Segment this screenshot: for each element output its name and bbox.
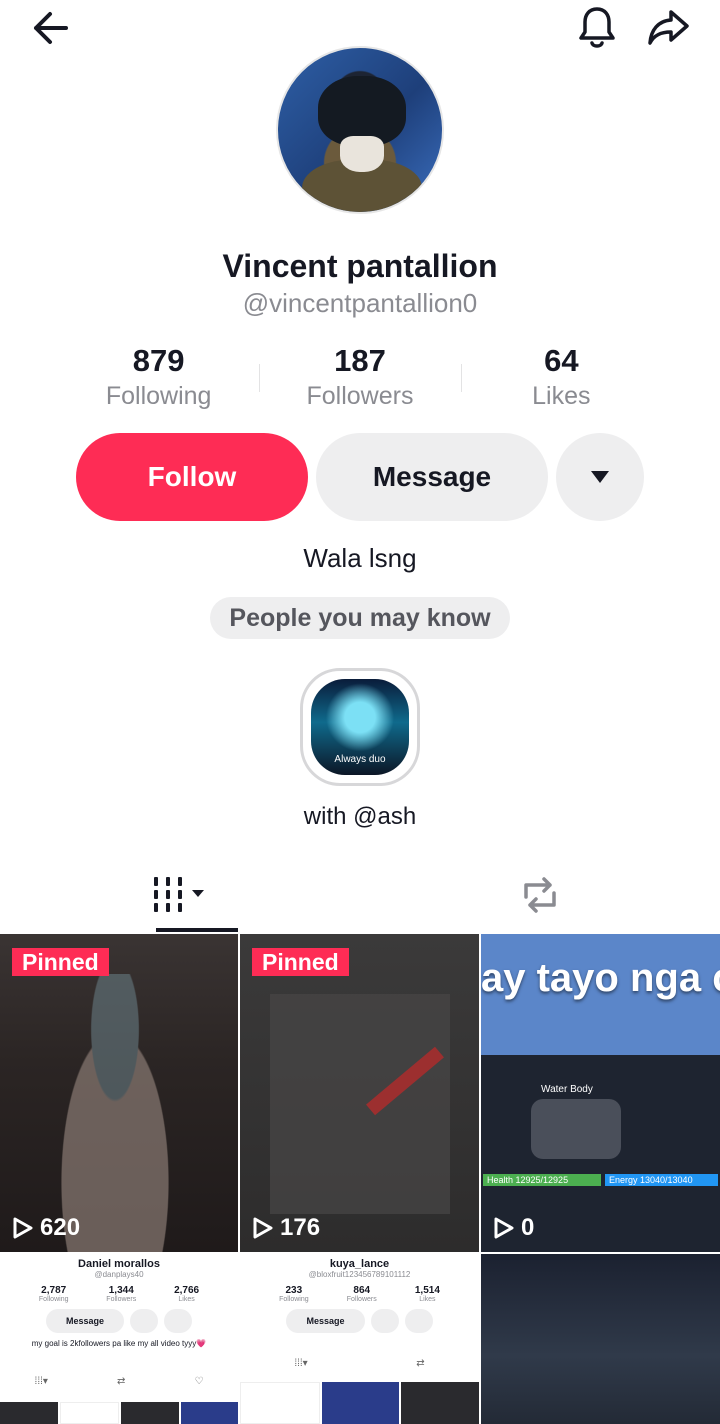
preview-message-button: Message [286, 1309, 365, 1333]
preview-stat-label: Likes [419, 1296, 436, 1303]
video-tile[interactable]: Pinned 620 [0, 934, 238, 1252]
stat-label: Likes [532, 382, 591, 410]
preview-stat-value: 1,514 [414, 1285, 440, 1296]
view-count: 0 [493, 1214, 534, 1242]
pinned-badge: Pinned [12, 948, 109, 976]
preview-name: kuya_lance [329, 1258, 390, 1270]
preview-name: Daniel morallos [78, 1258, 160, 1270]
dropdown-triangle-icon [591, 471, 609, 483]
collab-thumbnail[interactable]: Always duo [300, 668, 420, 786]
preview-stat-label: Following [38, 1296, 69, 1303]
preview-stat-value: 2,766 [174, 1285, 200, 1296]
bell-icon[interactable] [572, 2, 622, 52]
stat-label: Followers [306, 382, 414, 410]
preview-stat-label: Following [279, 1296, 309, 1303]
profile-screenshot-preview: kuya_lance @bloxfruit123456789101112 233… [240, 1254, 479, 1424]
preview-handle: @danplays40 [94, 1270, 144, 1279]
preview-stat-value: 864 [353, 1285, 371, 1296]
preview-stat-value: 2,787 [41, 1285, 67, 1296]
preview-stat-label: Followers [106, 1296, 137, 1303]
stat-label: Following [105, 382, 212, 410]
video-game-label: Water Body [541, 1084, 593, 1095]
pinned-badge: Pinned [252, 948, 349, 976]
preview-stat-value: 1,344 [108, 1285, 134, 1296]
preview-stat-label: Likes [178, 1296, 195, 1303]
back-arrow-icon[interactable] [20, 6, 76, 50]
preview-bio: my goal is 2kfollowers pa like my all vi… [31, 1339, 207, 1348]
follow-button[interactable]: Follow [76, 433, 308, 521]
message-button[interactable]: Message [316, 433, 548, 521]
share-icon[interactable] [642, 2, 694, 52]
video-grid: Pinned 620 Pinned 176 ay tayo nga count … [0, 934, 720, 1424]
video-health-bar: Health 12925/12925 [487, 1175, 569, 1185]
content-tabs [0, 856, 720, 934]
more-options-button[interactable] [556, 433, 644, 521]
view-count-value: 176 [280, 1214, 321, 1241]
profile-name: Vincent pantallion [222, 248, 498, 284]
repost-icon [524, 877, 556, 913]
profile-handle: @vincentpantallion0 [242, 288, 478, 318]
preview-handle: @bloxfruit123456789101112 [308, 1270, 411, 1279]
preview-message-button: Message [45, 1309, 125, 1333]
view-count-value: 620 [40, 1214, 81, 1241]
view-count-value: 0 [521, 1214, 535, 1241]
stat-likes[interactable]: 64 Likes [460, 342, 662, 412]
preview-stat-value: 233 [285, 1285, 303, 1296]
stat-value: 187 [334, 343, 386, 378]
play-icon [494, 1217, 514, 1239]
play-icon [13, 1217, 33, 1239]
video-overlay-text: ay tayo nga count ako [481, 956, 720, 1000]
video-tile[interactable] [481, 1254, 720, 1424]
stat-value: 64 [544, 343, 579, 378]
stat-followers[interactable]: 187 Followers [259, 342, 460, 412]
active-tab-indicator [156, 928, 238, 932]
stat-following[interactable]: 879 Following [58, 342, 259, 412]
people-you-may-know-chip[interactable]: People you may know [210, 597, 510, 639]
video-tile[interactable]: ay tayo nga count ako Water Body Health … [481, 934, 720, 1252]
profile-screenshot-preview: Daniel morallos @danplays40 2,787 Followi… [0, 1254, 238, 1424]
video-tile[interactable]: kuya_lance @bloxfruit123456789101112 233… [240, 1254, 479, 1424]
play-icon [253, 1217, 273, 1239]
video-energy-bar: Energy 13040/13040 [609, 1175, 693, 1185]
tab-reposts[interactable] [360, 856, 720, 934]
profile-bio: Wala lsng [303, 543, 417, 573]
view-count: 176 [252, 1214, 320, 1242]
tab-videos[interactable] [0, 856, 360, 934]
collab-caption: Always duo [334, 754, 386, 765]
stat-value: 879 [132, 343, 185, 378]
profile-stats: 879 Following 187 Followers 64 Likes [58, 342, 662, 412]
profile-avatar[interactable] [276, 46, 444, 214]
collab-image: Always duo [311, 679, 409, 775]
view-count: 620 [12, 1214, 80, 1242]
preview-stat-label: Followers [346, 1296, 377, 1303]
video-tile[interactable]: Daniel morallos @danplays40 2,787 Followi… [0, 1254, 238, 1424]
collab-with-label[interactable]: with @ash [0, 803, 720, 831]
video-tile[interactable]: Pinned 176 [240, 934, 479, 1252]
grid-icon [154, 877, 204, 912]
